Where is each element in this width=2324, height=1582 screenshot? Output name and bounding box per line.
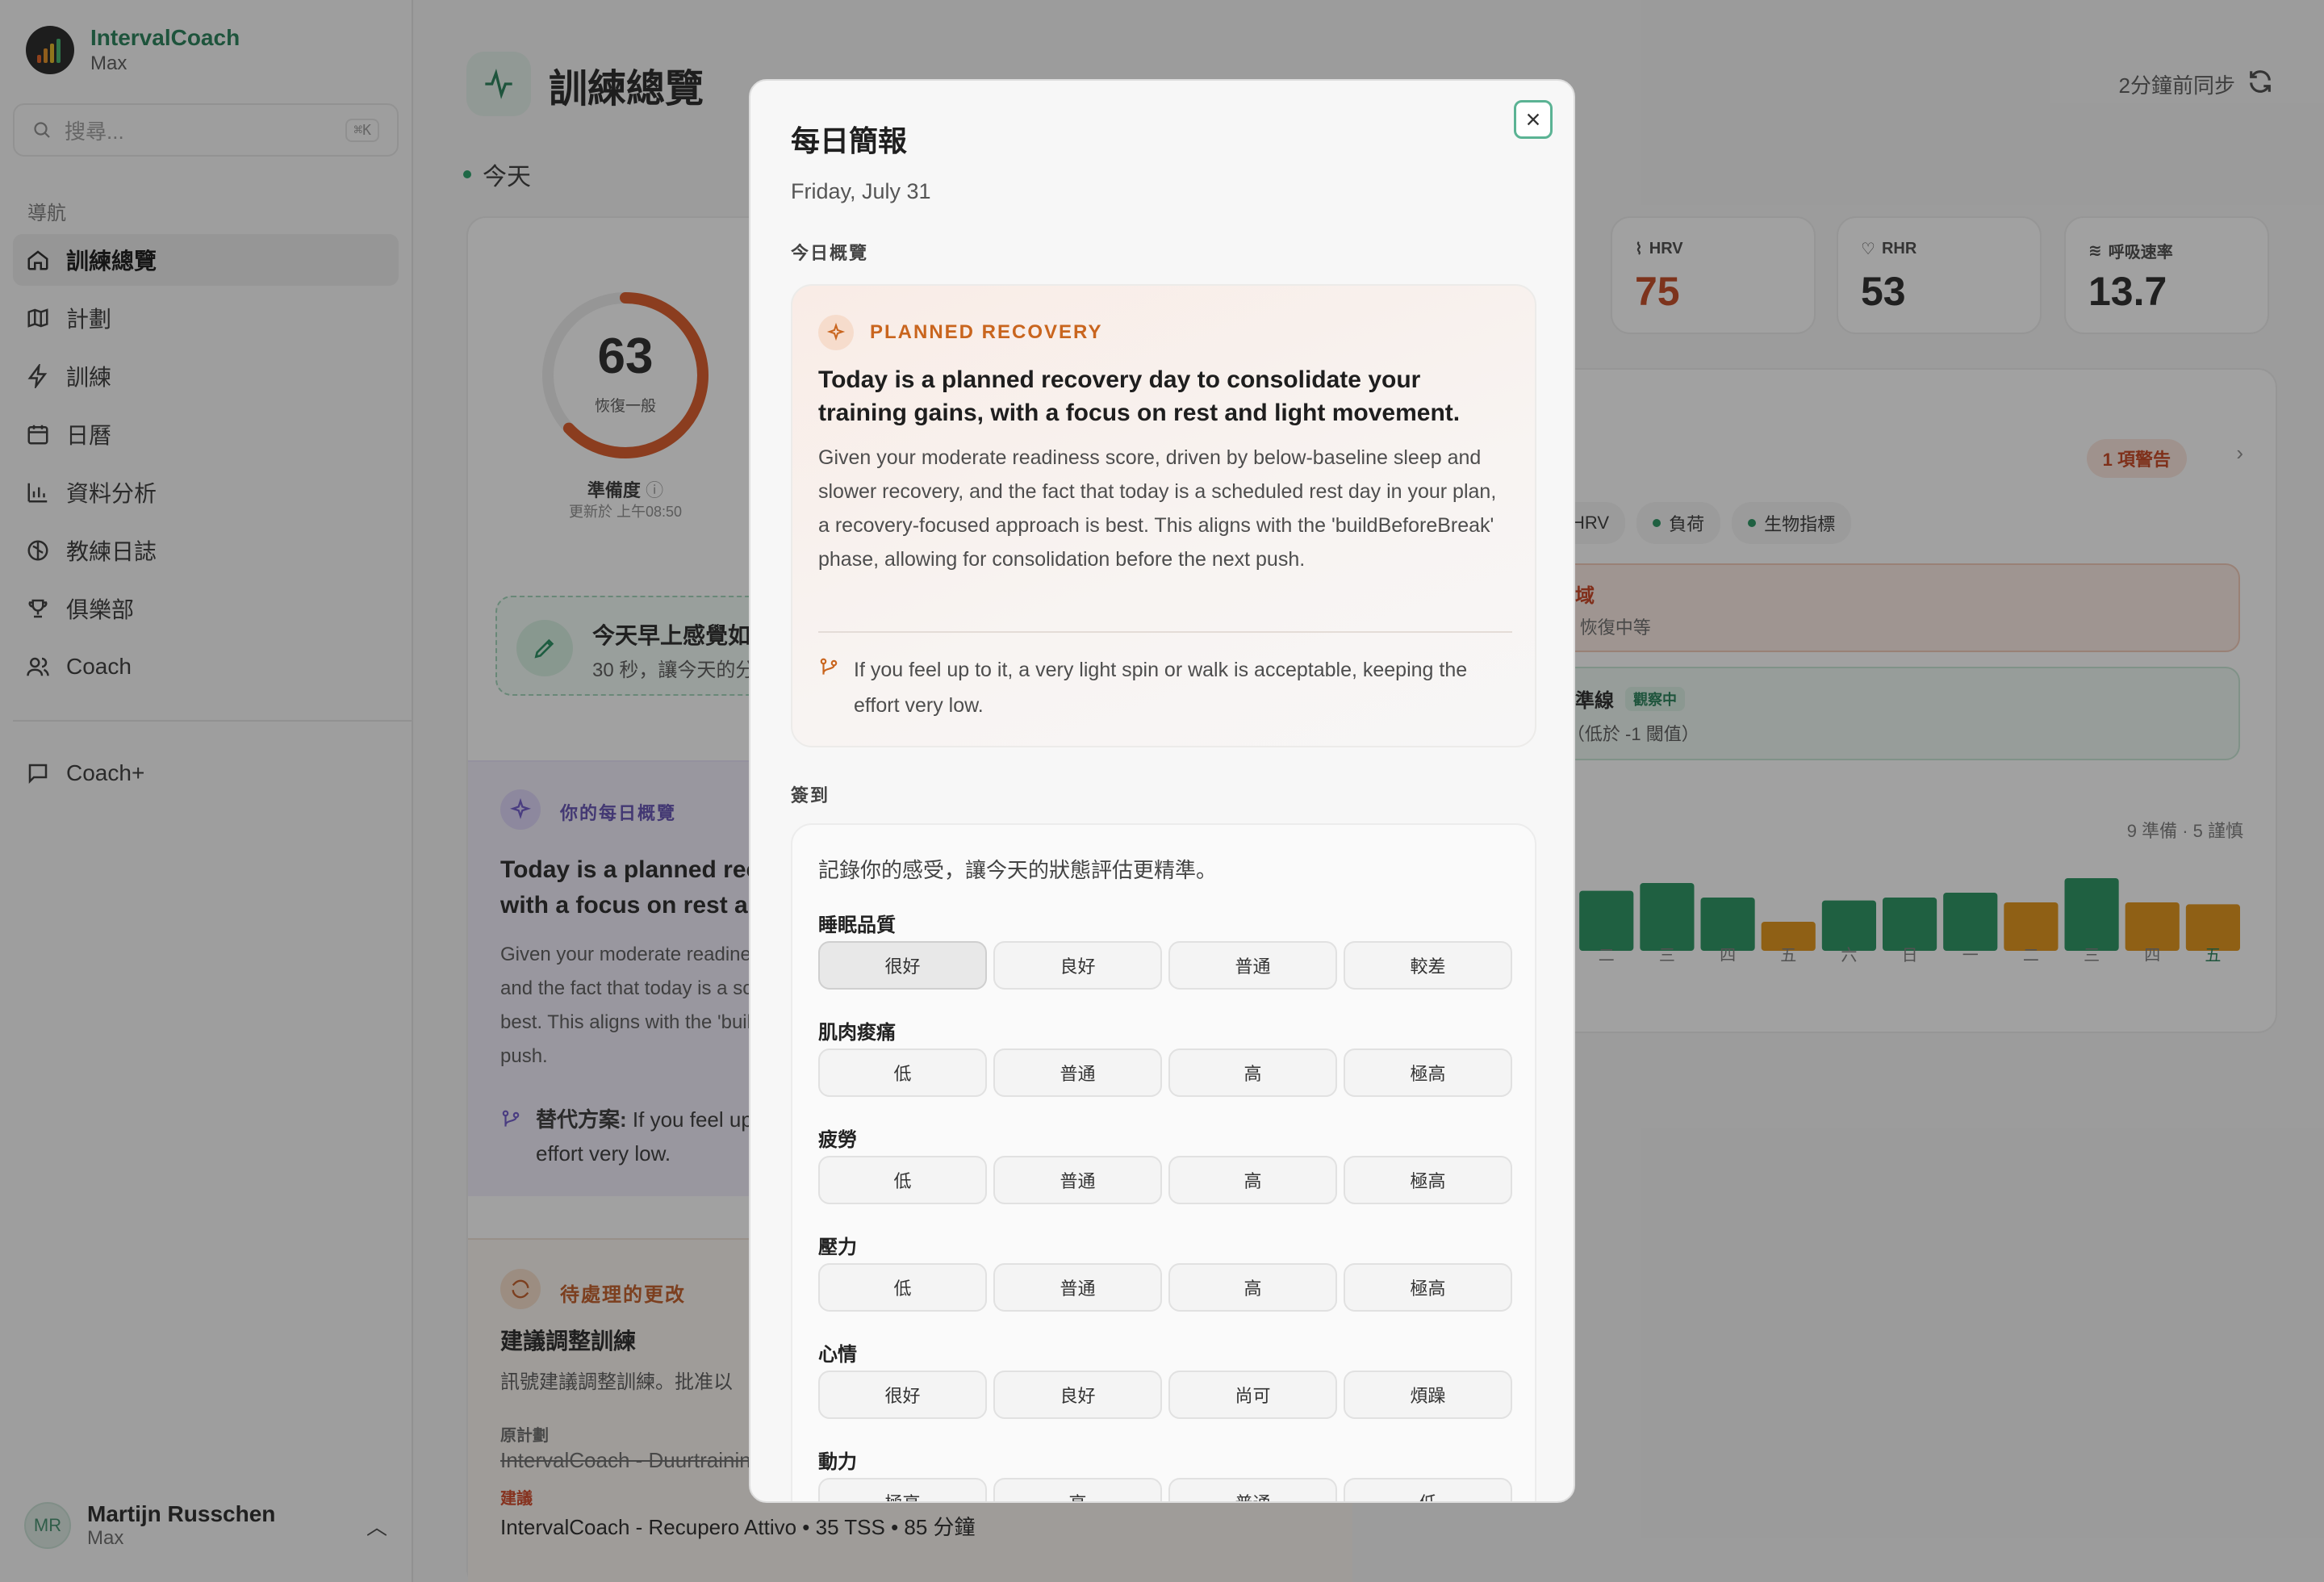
branch-icon bbox=[820, 658, 838, 675]
option-button[interactable]: 普通 bbox=[1168, 941, 1337, 990]
modal-date: Friday, July 31 bbox=[791, 179, 931, 203]
planned-recovery-card: PLANNED RECOVERY Today is a planned reco… bbox=[791, 284, 1536, 747]
close-icon bbox=[1527, 113, 1540, 126]
option-button[interactable]: 高 bbox=[1168, 1263, 1337, 1312]
recovery-body: Given your moderate readiness score, dri… bbox=[818, 446, 1497, 571]
option-button[interactable]: 高 bbox=[993, 1478, 1162, 1501]
option-button[interactable]: 普通 bbox=[993, 1156, 1162, 1204]
checkin-section-label: 簽到 bbox=[791, 785, 830, 806]
group-label: 壓力 bbox=[818, 1237, 857, 1258]
group-label: 動力 bbox=[818, 1451, 857, 1473]
option-button[interactable]: 普通 bbox=[993, 1263, 1162, 1312]
option-button[interactable]: 良好 bbox=[993, 941, 1162, 990]
option-button[interactable]: 很好 bbox=[818, 1371, 987, 1419]
option-button[interactable]: 低 bbox=[818, 1263, 987, 1312]
option-button[interactable]: 很好 bbox=[818, 941, 987, 990]
checkin-group-sleep: 睡眠品質 很好 良好 普通 較差 bbox=[818, 909, 1512, 990]
daily-briefing-modal: 每日簡報 Friday, July 31 今日概覽 PLANNED RECOVE… bbox=[749, 79, 1575, 1503]
option-button[interactable]: 低 bbox=[818, 1156, 987, 1204]
option-button[interactable]: 極高 bbox=[1344, 1048, 1512, 1097]
option-button[interactable]: 低 bbox=[818, 1048, 987, 1097]
option-button[interactable]: 尚可 bbox=[1168, 1371, 1337, 1419]
checkin-group-motivation: 動力 極高 高 普通 低 bbox=[818, 1446, 1512, 1501]
option-button[interactable]: 煩躁 bbox=[1344, 1371, 1512, 1419]
divider bbox=[818, 631, 1512, 633]
option-button[interactable]: 高 bbox=[1168, 1048, 1337, 1097]
checkin-hint: 記錄你的感受，讓今天的狀態評估更精準。 bbox=[818, 858, 1218, 882]
checkin-card: 記錄你的感受，讓今天的狀態評估更精準。 睡眠品質 很好 良好 普通 較差 肌肉痠… bbox=[791, 823, 1536, 1501]
modal-title: 每日簡報 bbox=[791, 124, 908, 157]
checkin-group-mood: 心情 很好 良好 尚可 煩躁 bbox=[818, 1338, 1512, 1419]
option-button[interactable]: 普通 bbox=[1168, 1478, 1337, 1501]
sparkles-icon bbox=[818, 315, 854, 350]
recovery-label: PLANNED RECOVERY bbox=[870, 321, 1103, 343]
option-button[interactable]: 普通 bbox=[993, 1048, 1162, 1097]
option-button[interactable]: 極高 bbox=[1344, 1156, 1512, 1204]
recovery-title: Today is a planned recovery day to conso… bbox=[818, 366, 1461, 426]
group-label: 睡眠品質 bbox=[818, 914, 896, 936]
group-label: 疲勞 bbox=[818, 1129, 857, 1151]
close-button[interactable] bbox=[1514, 100, 1553, 139]
option-button[interactable]: 較差 bbox=[1344, 941, 1512, 990]
option-button[interactable]: 高 bbox=[1168, 1156, 1337, 1204]
recovery-alternative: If you feel up to it, a very light spin … bbox=[854, 659, 1468, 717]
option-button[interactable]: 良好 bbox=[993, 1371, 1162, 1419]
group-label: 心情 bbox=[818, 1344, 857, 1366]
option-button[interactable]: 極高 bbox=[1344, 1263, 1512, 1312]
checkin-group-soreness: 肌肉痠痛 低 普通 高 極高 bbox=[818, 1016, 1512, 1097]
overview-section-label: 今日概覽 bbox=[791, 243, 869, 263]
option-button[interactable]: 極高 bbox=[818, 1478, 987, 1501]
group-label: 肌肉痠痛 bbox=[818, 1022, 896, 1044]
checkin-group-stress: 壓力 低 普通 高 極高 bbox=[818, 1231, 1512, 1312]
checkin-group-fatigue: 疲勞 低 普通 高 極高 bbox=[818, 1124, 1512, 1204]
option-button[interactable]: 低 bbox=[1344, 1478, 1512, 1501]
